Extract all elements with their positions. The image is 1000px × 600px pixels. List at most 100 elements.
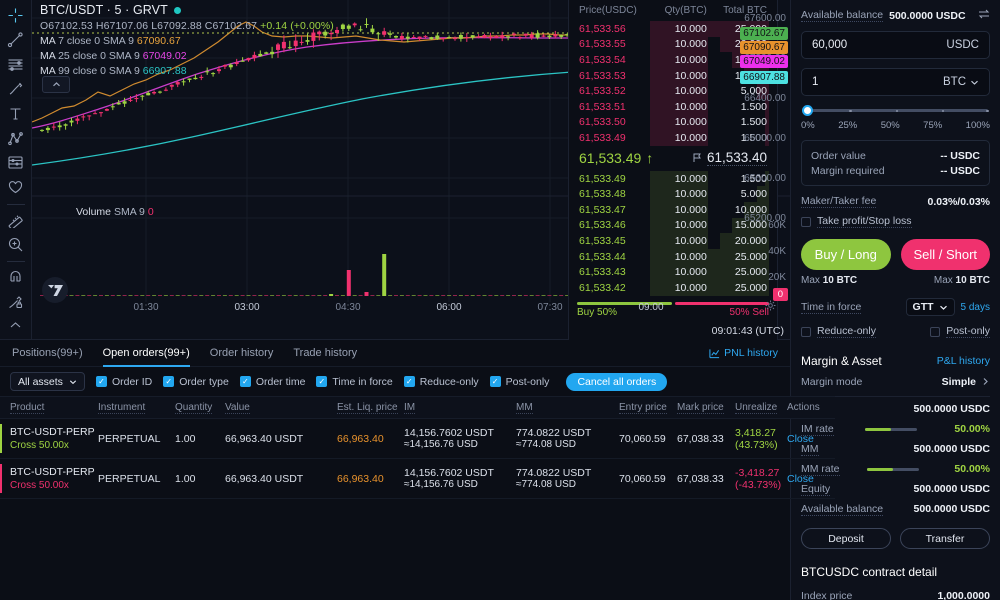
close-position-button[interactable]: Close [787, 433, 814, 445]
favorite-icon[interactable] [3, 176, 29, 199]
check-icon: ✓ [316, 376, 328, 387]
tab-positions[interactable]: Positions(99+) [12, 340, 83, 367]
col-label: Quantity [175, 402, 213, 414]
volume-sma: SMA 9 [113, 206, 145, 218]
reduce-only-checkbox[interactable]: Reduce-only [801, 325, 876, 338]
sell-short-button[interactable]: Sell / Short [900, 239, 990, 270]
quantity-input[interactable]: 1 BTC [801, 68, 990, 96]
transfer-button[interactable]: Transfer [900, 528, 990, 549]
checkbox-label: Order time [255, 375, 306, 388]
table-row[interactable]: BTC-USDT-PERP Cross 50.00x PERPETUAL 1.0… [0, 458, 835, 499]
price-tick: 65600.00 [744, 173, 786, 184]
volume-tick: 40K [768, 246, 786, 257]
slider-tick-100[interactable]: 100% [966, 120, 990, 131]
slider-tick-0[interactable]: 0% [801, 120, 815, 131]
checkbox-order-type[interactable]: ✓ Order type [163, 376, 229, 388]
col-price: Price(USDC) [579, 5, 637, 16]
col-mm[interactable]: MM [516, 396, 619, 419]
pnl-history-link[interactable]: PNL history [709, 347, 778, 359]
tif-label: Time in force [801, 300, 862, 314]
im-value: 14,156.7602 USDT [404, 427, 494, 439]
pnl-value: 3,418.27 [735, 426, 776, 439]
time-tick: 03:00 [234, 302, 260, 313]
tab-open-orders[interactable]: Open orders(99+) [102, 340, 190, 367]
ob-price: 61,533.50 [579, 116, 626, 129]
col-im[interactable]: IM [404, 396, 516, 419]
ob-price: 61,533.44 [579, 250, 626, 263]
cell-mm: 774.0822 USDT ≈774.08 USD [516, 458, 619, 499]
text-icon[interactable] [3, 102, 29, 125]
tif-select[interactable]: GTT [905, 298, 955, 316]
margin-mode-row[interactable]: Margin mode Simple [801, 372, 990, 391]
price-input[interactable]: 60,000 USDC [801, 31, 990, 59]
orders-table-header-row: Product Instrument Quantity Value Est. L… [0, 396, 835, 419]
slider-tick-25[interactable]: 25% [838, 120, 857, 131]
col-unrealized[interactable]: Unrealize [735, 396, 787, 419]
price-tick: 67600.00 [744, 13, 786, 24]
checkbox-reduce-only[interactable]: ✓ Reduce-only [403, 376, 479, 388]
transfer-swap-icon[interactable] [978, 8, 990, 23]
checkbox-label: Order ID [111, 375, 153, 388]
trendline-icon[interactable] [3, 29, 29, 52]
pattern-icon[interactable] [3, 127, 29, 150]
col-label: Actions [787, 402, 820, 413]
col-est-liq-price[interactable]: Est. Liq. price [337, 396, 404, 419]
close-position-button[interactable]: Close [787, 473, 814, 485]
pnl-history-button[interactable]: P&L history [937, 355, 990, 367]
col-product[interactable]: Product [0, 396, 98, 419]
ob-qty: 10.000 [674, 22, 707, 35]
chevron-down-icon [971, 80, 978, 85]
post-only-checkbox[interactable]: Post-only [930, 325, 990, 338]
ob-price: 61,533.48 [579, 188, 626, 201]
checkbox-time-in-force[interactable]: ✓ Time in force [316, 376, 393, 388]
check-icon: ✓ [95, 376, 107, 387]
quantity-slider[interactable] [802, 105, 989, 117]
col-instrument[interactable]: Instrument [98, 396, 175, 419]
slider-tick-50[interactable]: 50% [881, 120, 900, 131]
crosshair-icon[interactable] [3, 4, 29, 27]
asset-filter-select[interactable]: All assets [10, 372, 85, 391]
magnet-icon[interactable] [3, 265, 29, 288]
checkbox-order-time[interactable]: ✓ Order time [239, 375, 306, 388]
chart-time-axis[interactable]: 01:30 03:00 04:30 06:00 07:30 09:00 [32, 302, 790, 320]
quantity-unit-label: BTC [943, 76, 966, 88]
brush-icon[interactable] [3, 78, 29, 101]
horizontal-lines-icon[interactable] [3, 53, 29, 76]
take-profit-stop-loss-checkbox[interactable]: Take profit/Stop loss [801, 215, 990, 228]
zoom-in-icon[interactable] [3, 233, 29, 256]
order-book-row[interactable]: 61,533.42 10.000 25.000 [577, 279, 769, 296]
tif-value: GTT [912, 301, 934, 313]
chart-price-axis[interactable]: 67600.00 67200.00 67102.67 67090.67 6704… [728, 0, 790, 276]
product-name: BTC-USDT-PERP [10, 426, 95, 438]
col-mark-price[interactable]: Mark price [677, 396, 735, 419]
order-summary-box: Order value -- USDC Margin required -- U… [801, 140, 990, 186]
buy-long-button[interactable]: Buy / Long [801, 239, 891, 270]
max-sell-group: Max 10 BTC [934, 275, 990, 286]
max-sell-prefix: Max [933, 275, 953, 286]
col-label: Entry price [619, 402, 667, 414]
tab-order-history[interactable]: Order history [210, 340, 274, 367]
tradingview-logo[interactable] [42, 277, 68, 303]
table-row[interactable]: BTC-USDT-PERP Cross 50.00x PERPETUAL 1.0… [0, 418, 835, 459]
ruler-icon[interactable] [3, 208, 29, 231]
checkbox-post-only[interactable]: ✓ Post-only [489, 376, 549, 388]
slider-handle[interactable] [802, 105, 813, 116]
checkbox-order-id[interactable]: ✓ Order ID [95, 375, 153, 388]
lock-draw-icon[interactable] [3, 290, 29, 313]
chevron-up-icon[interactable] [3, 315, 29, 338]
check-icon: ✓ [239, 376, 251, 387]
deposit-button[interactable]: Deposit [801, 528, 891, 549]
col-value[interactable]: Value [225, 396, 337, 419]
tab-trade-history[interactable]: Trade history [293, 340, 357, 367]
contract-detail-title: BTCUSDC contract detail [801, 565, 938, 579]
cell-quantity: 1.00 [175, 458, 225, 499]
col-quantity[interactable]: Quantity [175, 396, 225, 419]
orders-panel: Positions(99+) Open orders(99+) Order hi… [0, 340, 835, 600]
forecast-icon[interactable] [3, 151, 29, 174]
col-entry-price[interactable]: Entry price [619, 396, 677, 419]
quantity-unit-select[interactable]: BTC [943, 76, 979, 88]
chart-settings-icon[interactable] [765, 300, 776, 314]
cancel-all-orders-button[interactable]: Cancel all orders [566, 372, 668, 391]
slider-tick-75[interactable]: 75% [923, 120, 942, 131]
collapse-legend-button[interactable] [42, 76, 70, 93]
